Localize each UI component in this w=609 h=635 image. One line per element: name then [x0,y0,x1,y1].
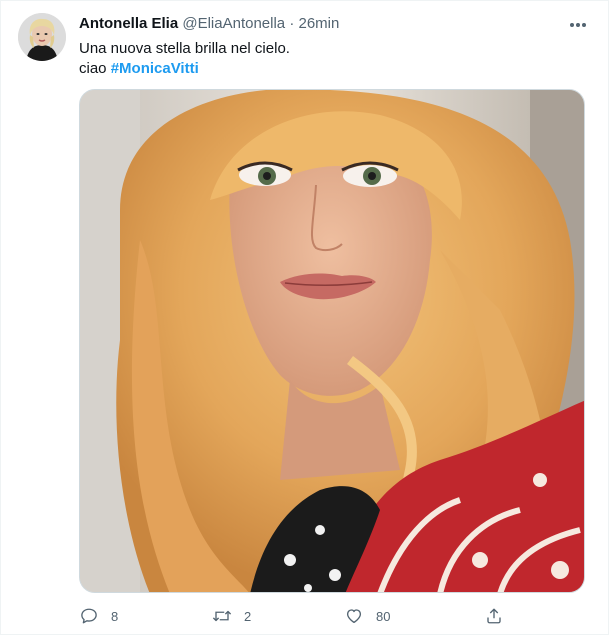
tweet-text: Una nuova stella brilla nel cielo. ciao … [79,39,588,79]
reply-button[interactable]: 8 [79,604,118,628]
tweet-media-photo[interactable] [79,89,585,593]
like-button[interactable]: 80 [344,604,390,628]
like-count: 80 [376,608,391,624]
tweet-text-line-1: Una nuova stella brilla nel cielo. [79,40,290,57]
tweet-actions: 8 2 80 [79,604,509,628]
tweet-timestamp[interactable]: 26min [299,15,340,32]
more-button[interactable] [564,13,592,37]
retweet-icon [212,606,232,626]
hashtag-link[interactable]: #MonicaVitti [111,60,199,77]
tweet-text-prefix: ciao [79,60,111,77]
portrait-photo [80,90,584,592]
more-horizontal-icon [570,23,586,27]
retweet-count: 2 [244,608,252,624]
separator-dot: · [289,15,295,32]
author-display-name[interactable]: Antonella Elia [79,15,178,32]
avatar[interactable] [18,13,66,61]
author-handle[interactable]: @EliaAntonella [182,15,285,32]
reply-count: 8 [111,608,119,624]
reply-icon [79,606,99,626]
retweet-button[interactable]: 2 [212,604,251,628]
share-button[interactable] [484,604,504,628]
tweet-text-line-2: ciao #MonicaVitti [79,59,588,79]
avatar-image [18,13,66,61]
tweet-header: Antonella Elia @EliaAntonella · 26min [79,15,558,33]
tweet-card[interactable]: Antonella Elia @EliaAntonella · 26min Un… [0,0,609,635]
share-icon [484,606,504,626]
heart-icon [344,606,364,626]
